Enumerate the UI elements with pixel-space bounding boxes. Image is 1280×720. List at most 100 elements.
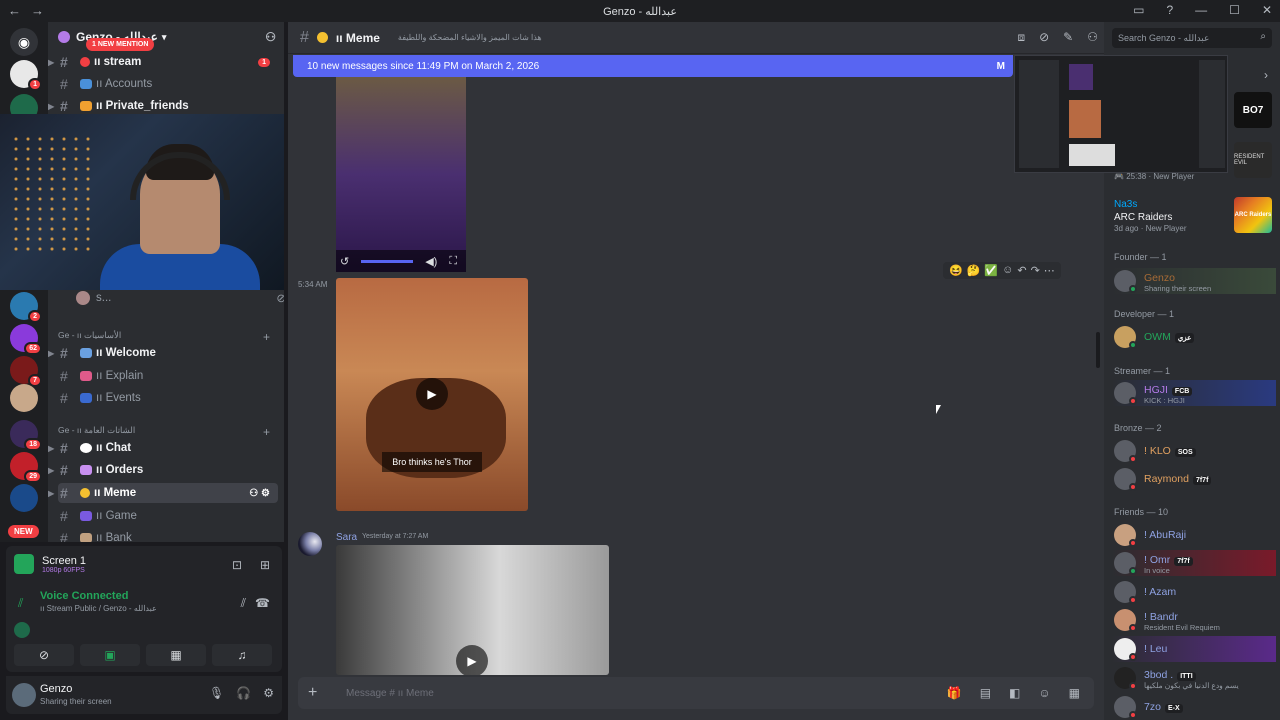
server-icon[interactable]: 1 [10,60,42,91]
headphones-icon[interactable]: 🎧 [236,686,251,700]
new-messages-banner[interactable]: 10 new messages since 11:49 PM on March … [293,55,1013,77]
emoji-icon[interactable]: ☺ [1038,686,1050,700]
disconnect-icon[interactable]: ☎ [255,596,270,610]
threads-icon[interactable]: ⧈ [1017,30,1025,45]
volume-icon[interactable]: ◀) [425,255,437,268]
channel-chat[interactable]: ▶ # ıı Chat [48,438,278,458]
avatar[interactable] [12,683,36,707]
channel-welcome[interactable]: ▶ # ıı Welcome [48,343,278,363]
server-icon[interactable]: 62 [10,324,42,355]
channel-orders[interactable]: ▶ # ıı Orders [48,460,278,480]
member-row[interactable]: HGJI FCB KICK : HGJI [1112,380,1276,406]
noise-suppression-icon[interactable]: ⫽ [241,596,246,611]
scrollbar[interactable] [1096,332,1100,368]
server-icon[interactable] [10,384,38,412]
message-author[interactable]: Sara [336,532,357,543]
channel-explain[interactable]: # ıı Explain [58,366,278,386]
sticker-icon[interactable]: ◧ [1009,686,1020,700]
mention-pill[interactable]: 1 NEW MENTION [86,38,155,51]
member-row[interactable]: ! Omr 7f7f In voice [1112,550,1276,576]
voice-connected-label[interactable]: Voice Connected [40,590,128,602]
add-member-icon[interactable]: ⚇ [265,30,276,44]
signal-icon[interactable]: ⫽ [18,596,23,611]
message-input[interactable]: + Message # ıı Meme 🎁 ▤ ◧ ☺ ▦ [298,677,1094,709]
activity-game[interactable]: ARC Raiders [1114,212,1172,223]
banner-mark[interactable]: M [997,61,1005,72]
pin-icon[interactable]: ✎ [1063,30,1073,45]
discord-home-icon[interactable]: ◉ [10,28,38,56]
more-icon[interactable]: ⋯ [1044,264,1055,277]
user-name[interactable]: Genzo [40,683,72,695]
voice-channel-label[interactable]: ıı Stream Public / Genzo - عبدالله [40,604,157,613]
soundboard-button[interactable]: ♫ [212,644,272,666]
microphone-icon[interactable]: 🎙 [209,686,224,700]
voice-user[interactable]: s... ⊘ [76,288,284,308]
add-channel-icon[interactable]: + [263,425,270,439]
channel-meme[interactable]: ▶ # ıı Meme ⚇ ⚙ [48,483,278,503]
camera-off-button[interactable]: ⊘ [14,644,74,666]
member-row[interactable]: ! KLO SOS [1112,438,1276,464]
channel-events[interactable]: # ıı Events [58,388,278,408]
member-row[interactable]: 3bod . ITTI يسم ودع الدنيا في بكون ملكيها [1112,665,1276,691]
help-icon[interactable]: ? [1166,3,1173,17]
notifications-icon[interactable]: ⊘ [1039,30,1049,45]
forward-icon[interactable]: ↷ [1031,264,1040,277]
screen-share-info[interactable]: Screen 1 1080p 60FPS [14,554,86,574]
channel-accounts[interactable]: # ıı Accounts [58,74,278,94]
play-icon[interactable]: ▶ [416,378,448,410]
channel-game[interactable]: # ıı Game [58,506,278,526]
category-header[interactable]: Ge - ıı الشاتات العامة + [58,425,278,439]
settings-icon[interactable]: ⚇ ⚙ [249,488,270,499]
settings-icon[interactable]: ⚙ [263,686,274,700]
server-icon[interactable]: 18 [10,420,42,451]
add-reaction-icon[interactable]: ☺ [1002,264,1013,277]
play-icon[interactable]: ▶ [456,645,488,675]
channel-stream[interactable]: ▶ # ıı stream 1 [48,52,278,72]
category-header[interactable]: Ge - ıı الأساسيات + [58,330,278,344]
member-row[interactable]: OWM عزي [1112,324,1276,350]
video-attachment[interactable] [336,77,466,272]
activities-button[interactable]: ▦ [146,644,206,666]
volume-bar[interactable] [361,259,414,263]
fullscreen-icon[interactable]: ⛶ [449,255,457,268]
avatar[interactable] [298,532,322,556]
add-attachment-icon[interactable]: + [308,684,338,702]
video-attachment[interactable]: ▶ [336,545,609,675]
server-header[interactable]: Genzo - عبدالله ▾ ⚇ [48,22,284,52]
gif-icon[interactable]: ▤ [980,686,991,700]
reply-icon[interactable]: ↶ [1017,264,1026,277]
channel-topic[interactable]: هذا شات الميمز والاشياء المضحكة واللطيفة [398,33,542,42]
server-icon[interactable]: 7 [10,356,42,387]
server-icon[interactable] [10,484,38,512]
member-row[interactable]: Genzo Sharing their screen [1112,268,1276,294]
maximize-button[interactable]: ☐ [1229,3,1240,17]
member-row[interactable]: ! Leu [1112,636,1276,662]
search-input[interactable]: Search Genzo - عبدالله ⌕ [1112,28,1272,48]
reaction-check-icon[interactable]: ✅ [984,264,998,277]
reaction-think-icon[interactable]: 🤔 [967,264,981,277]
stop-stream-icon[interactable]: ⊡ [232,558,242,572]
gift-icon[interactable]: 🎁 [947,686,962,700]
close-button[interactable]: ✕ [1262,3,1272,17]
reaction-laugh-icon[interactable]: 😆 [949,264,963,277]
member-row[interactable]: 7zo E-X [1112,694,1276,720]
member-row[interactable]: ! Bandr Resident Evil Requiem [1112,607,1276,633]
server-icon[interactable]: 2 [10,292,42,323]
member-row[interactable]: ! Azam [1112,579,1276,605]
channel-bank[interactable]: # ıı Bank [58,528,278,542]
member-row[interactable]: ! AbuRaji [1112,522,1276,548]
screen-share-button[interactable]: ▣ [80,644,140,666]
replay-icon[interactable]: ↺ [340,255,349,268]
stream-preview[interactable] [1014,55,1228,173]
channel-private-friends[interactable]: ▶ # ıı Private_friends [48,96,278,116]
activity-user[interactable]: Na3s [1114,199,1137,210]
inbox-icon[interactable]: ▭ [1133,3,1144,17]
apps-icon[interactable]: ▦ [1069,686,1080,700]
members-icon[interactable]: ⚇ [1087,30,1098,45]
member-row[interactable]: Raymond 7f7f [1112,466,1276,492]
new-pill[interactable]: NEW [8,525,39,538]
add-channel-icon[interactable]: + [263,330,270,344]
server-icon[interactable]: 29 [10,452,42,483]
video-attachment[interactable]: ▶ Bro thinks he's Thor [336,278,528,511]
chevron-right-icon[interactable]: › [1264,68,1268,82]
